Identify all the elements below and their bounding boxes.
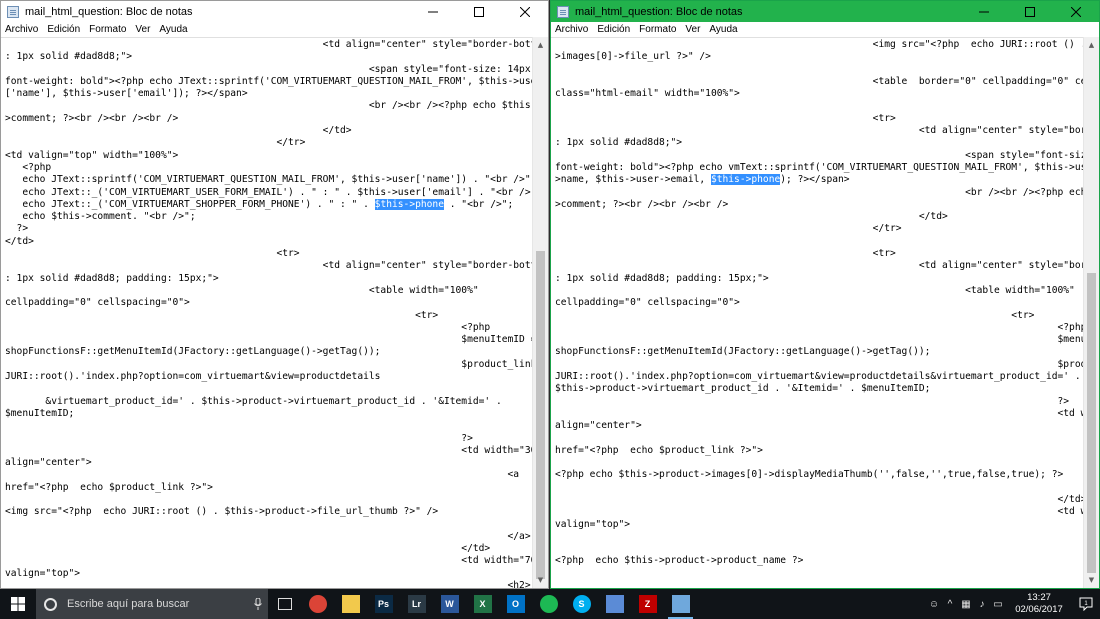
taskbar-app-file-explorer[interactable] bbox=[334, 589, 367, 619]
menu-ayuda[interactable]: Ayuda bbox=[709, 24, 737, 35]
notepad-window-right[interactable]: mail_html_question: Bloc de notas Archiv… bbox=[550, 0, 1100, 589]
lightroom-icon: Lr bbox=[407, 595, 426, 613]
chevron-up-icon[interactable]: ^ bbox=[942, 589, 958, 619]
filezilla-icon: Z bbox=[638, 595, 657, 613]
taskbar-app-chrome[interactable] bbox=[301, 589, 334, 619]
clock-time: 13:27 bbox=[1027, 592, 1051, 603]
titlebar[interactable]: mail_html_question: Bloc de notas bbox=[551, 1, 1099, 22]
scroll-thumb[interactable] bbox=[536, 251, 545, 579]
minimize-button[interactable] bbox=[410, 1, 456, 22]
selected-text[interactable]: $this->phone bbox=[710, 174, 781, 186]
titlebar[interactable]: mail_html_question: Bloc de notas bbox=[1, 1, 548, 22]
cortana-icon bbox=[44, 597, 57, 611]
taskbar-app-filezilla[interactable]: Z bbox=[631, 589, 664, 619]
notification-icon: 1 bbox=[1079, 597, 1093, 611]
paint-icon bbox=[605, 595, 624, 613]
menu-edicion[interactable]: Edición bbox=[597, 24, 630, 35]
maximize-icon bbox=[1025, 6, 1035, 17]
close-button[interactable] bbox=[1053, 1, 1099, 22]
clock-date: 02/06/2017 bbox=[1015, 604, 1063, 615]
start-button[interactable] bbox=[0, 589, 36, 619]
scroll-down-icon[interactable]: ▼ bbox=[533, 572, 548, 588]
system-tray: ☺ ^ ▦ ♪ ▭ 13:27 02/06/2017 1 bbox=[926, 589, 1100, 619]
taskbar-app-paint[interactable] bbox=[598, 589, 631, 619]
outlook-icon: O bbox=[506, 595, 525, 613]
menu-bar: Archivo Edición Formato Ver Ayuda bbox=[551, 22, 1099, 37]
maximize-button[interactable] bbox=[1007, 1, 1053, 22]
people-icon[interactable]: ☺ bbox=[926, 589, 942, 619]
maximize-button[interactable] bbox=[456, 1, 502, 22]
notepad-icon bbox=[557, 5, 569, 18]
menu-ver[interactable]: Ver bbox=[135, 24, 150, 35]
menu-formato[interactable]: Formato bbox=[639, 24, 676, 35]
scroll-up-icon[interactable]: ▲ bbox=[1084, 37, 1099, 53]
photoshop-icon: Ps bbox=[374, 595, 393, 613]
action-center-button[interactable]: 1 bbox=[1072, 597, 1100, 611]
excel-icon: X bbox=[473, 595, 492, 613]
file-explorer-icon bbox=[341, 595, 360, 613]
word-icon: W bbox=[440, 595, 459, 613]
notepad-icon bbox=[671, 595, 690, 613]
taskbar-app-outlook[interactable]: O bbox=[499, 589, 532, 619]
svg-text:1: 1 bbox=[1084, 601, 1088, 607]
pinned-apps: Ps Lr W X O S Z bbox=[268, 589, 697, 619]
maximize-icon bbox=[474, 6, 484, 17]
taskbar-search-box[interactable]: Escribe aquí para buscar bbox=[36, 589, 268, 619]
minimize-icon bbox=[428, 11, 438, 12]
vertical-scrollbar[interactable]: ▲ ▼ bbox=[532, 37, 548, 588]
window-title: mail_html_question: Bloc de notas bbox=[575, 5, 743, 18]
taskbar-app-lightroom[interactable]: Lr bbox=[400, 589, 433, 619]
chrome-icon bbox=[308, 595, 327, 613]
windows-logo-icon bbox=[11, 597, 25, 611]
editor-text: <img src="<?php echo JURI::root () . $th… bbox=[555, 39, 1083, 567]
taskbar: Escribe aquí para buscar Ps Lr W X O S Z ☺ ^ ▦… bbox=[0, 589, 1100, 619]
taskbar-app-skype[interactable]: S bbox=[565, 589, 598, 619]
minimize-icon bbox=[979, 11, 989, 12]
scroll-down-icon[interactable]: ▼ bbox=[1084, 572, 1099, 588]
scroll-up-icon[interactable]: ▲ bbox=[533, 37, 548, 53]
scroll-thumb[interactable] bbox=[1087, 273, 1096, 573]
volume-icon[interactable]: ♪ bbox=[974, 589, 990, 619]
text-editor[interactable]: <td align="center" style="border-bottom … bbox=[1, 37, 532, 588]
close-icon bbox=[520, 6, 530, 17]
search-placeholder: Escribe aquí para buscar bbox=[67, 598, 190, 610]
taskbar-app-excel[interactable]: X bbox=[466, 589, 499, 619]
selected-text[interactable]: $this->phone bbox=[374, 198, 444, 210]
taskbar-app-task-view[interactable] bbox=[268, 589, 301, 619]
menu-edicion[interactable]: Edición bbox=[47, 24, 80, 35]
notepad-icon bbox=[7, 5, 19, 18]
taskbar-app-spotify[interactable] bbox=[532, 589, 565, 619]
notepad-window-left[interactable]: mail_html_question: Bloc de notas Archiv… bbox=[0, 0, 549, 589]
menu-archivo[interactable]: Archivo bbox=[5, 24, 38, 35]
menu-bar: Archivo Edición Formato Ver Ayuda bbox=[1, 22, 548, 37]
close-icon bbox=[1071, 6, 1081, 17]
skype-icon: S bbox=[572, 595, 591, 613]
taskbar-app-notepad[interactable] bbox=[664, 589, 697, 619]
menu-archivo[interactable]: Archivo bbox=[555, 24, 588, 35]
keyboard-icon[interactable]: ▭ bbox=[990, 589, 1006, 619]
window-title: mail_html_question: Bloc de notas bbox=[25, 5, 193, 18]
task-view-icon bbox=[277, 598, 292, 610]
menu-ayuda[interactable]: Ayuda bbox=[159, 24, 187, 35]
taskbar-app-word[interactable]: W bbox=[433, 589, 466, 619]
menu-ver[interactable]: Ver bbox=[685, 24, 700, 35]
text-editor[interactable]: <img src="<?php echo JURI::root () . $th… bbox=[551, 37, 1083, 588]
minimize-button[interactable] bbox=[961, 1, 1007, 22]
menu-formato[interactable]: Formato bbox=[89, 24, 126, 35]
spotify-icon bbox=[539, 595, 558, 613]
editor-text: <td align="center" style="border-bottom … bbox=[5, 39, 532, 588]
taskbar-app-photoshop[interactable]: Ps bbox=[367, 589, 400, 619]
network-icon[interactable]: ▦ bbox=[958, 589, 974, 619]
close-button[interactable] bbox=[502, 1, 548, 22]
clock[interactable]: 13:27 02/06/2017 bbox=[1006, 592, 1072, 616]
microphone-icon[interactable] bbox=[248, 598, 268, 610]
vertical-scrollbar[interactable]: ▲ ▼ bbox=[1083, 37, 1099, 588]
